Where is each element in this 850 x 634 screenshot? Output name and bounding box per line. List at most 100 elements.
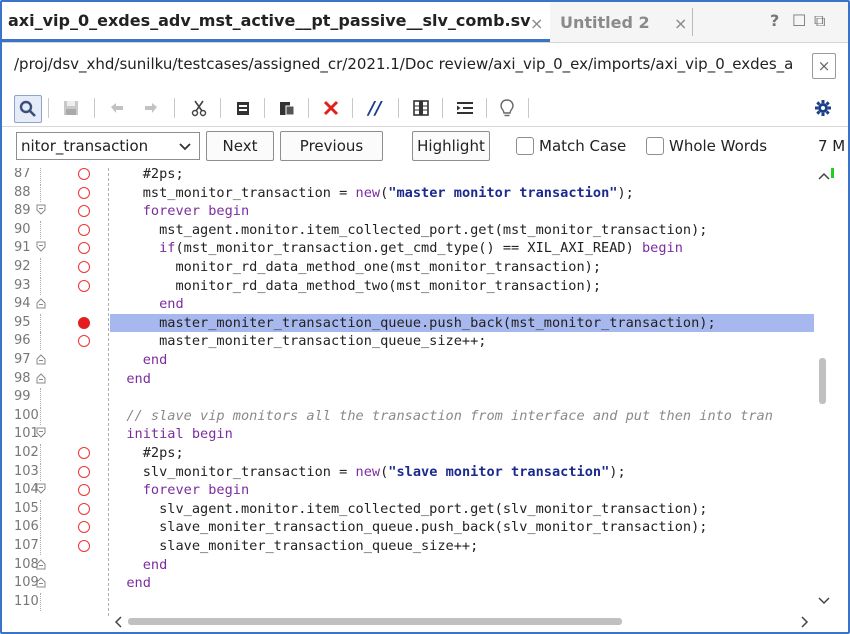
- copy-icon[interactable]: [230, 95, 256, 121]
- breakpoint-slot-icon[interactable]: [78, 502, 90, 515]
- code-line[interactable]: slave_moniter_transaction_queue.push_bac…: [110, 518, 814, 536]
- line-number: 96: [2, 332, 42, 351]
- code-line[interactable]: forever begin: [110, 481, 814, 499]
- breakpoint-slot-icon[interactable]: [78, 186, 90, 199]
- line-number-text: 96: [14, 333, 31, 349]
- whole-words-checkbox[interactable]: [646, 137, 664, 155]
- horizontal-scrollbar[interactable]: [110, 614, 814, 630]
- fold-end-icon[interactable]: [36, 297, 46, 309]
- breakpoint-slot-icon[interactable]: [78, 465, 90, 478]
- code-line[interactable]: end: [110, 295, 814, 313]
- code-line[interactable]: end: [110, 574, 814, 592]
- fold-end-icon[interactable]: [36, 353, 46, 365]
- code-line[interactable]: mst_agent.monitor.item_collected_port.ge…: [110, 221, 814, 239]
- line-number: 95: [2, 313, 42, 332]
- fold-collapse-icon[interactable]: [36, 241, 46, 253]
- code-line[interactable]: slv_agent.monitor.item_collected_port.ge…: [110, 500, 814, 518]
- breakpoint-slot-icon[interactable]: [78, 279, 90, 292]
- vertical-scrollbar[interactable]: [814, 168, 834, 618]
- fold-end-icon[interactable]: [36, 372, 46, 384]
- gutter-guide: [40, 518, 42, 537]
- breakpoint-active-icon[interactable]: [78, 316, 90, 329]
- code-line[interactable]: monitor_rd_data_method_two(mst_monitor_t…: [110, 277, 814, 295]
- tab-divider: [692, 8, 693, 36]
- breakpoint-slot-icon[interactable]: [78, 521, 90, 534]
- settings-icon[interactable]: [810, 95, 836, 121]
- code-line[interactable]: end: [110, 351, 814, 369]
- fold-collapse-icon[interactable]: [36, 483, 46, 495]
- code-line[interactable]: // slave vip monitors all the transactio…: [110, 407, 814, 425]
- breakpoint-slot-icon[interactable]: [78, 261, 90, 273]
- fold-end-icon[interactable]: [36, 558, 46, 570]
- gutter-guide: [40, 537, 42, 555]
- fold-collapse-icon[interactable]: [36, 204, 46, 216]
- code-line[interactable]: forever begin: [110, 202, 814, 220]
- code-line[interactable]: initial begin: [110, 425, 814, 443]
- redo-icon[interactable]: [138, 95, 164, 121]
- toolbar-separator: [174, 98, 175, 118]
- code-line[interactable]: master_moniter_transaction_queue_size++;: [110, 332, 814, 350]
- restore-icon[interactable]: ☐: [792, 11, 806, 30]
- toolbar-separator: [264, 98, 265, 118]
- code-line[interactable]: slv_monitor_transaction = new("slave mon…: [110, 463, 814, 481]
- code-line[interactable]: end: [110, 370, 814, 388]
- lightbulb-icon[interactable]: [494, 95, 520, 121]
- breakpoint-slot-icon[interactable]: [78, 484, 90, 497]
- tab-active-file[interactable]: axi_vip_0_exdes_adv_mst_active__pt_passi…: [2, 2, 550, 42]
- delete-icon[interactable]: [318, 95, 344, 121]
- tab-label: axi_vip_0_exdes_adv_mst_active__pt_passi…: [8, 11, 531, 30]
- code-line[interactable]: [110, 388, 814, 406]
- close-path-button[interactable]: ×: [812, 53, 836, 79]
- code-line-highlighted[interactable]: master_moniter_transaction_queue.push_ba…: [110, 313, 814, 332]
- breakpoint-slot-icon[interactable]: [78, 447, 90, 459]
- code-line[interactable]: end: [110, 556, 814, 574]
- close-icon[interactable]: ×: [674, 14, 687, 33]
- code-line[interactable]: mst_monitor_transaction = new("master mo…: [110, 184, 814, 202]
- next-button[interactable]: Next: [206, 131, 274, 161]
- tab-untitled-2[interactable]: Untitled 2 ×: [554, 2, 694, 42]
- cut-icon[interactable]: [186, 95, 212, 121]
- highlight-button[interactable]: Highlight: [412, 131, 490, 161]
- indent-icon[interactable]: [452, 95, 478, 121]
- undo-icon[interactable]: [104, 95, 130, 121]
- paste-icon[interactable]: [274, 95, 300, 121]
- search-icon[interactable]: [14, 95, 42, 123]
- toolbar-separator: [308, 98, 309, 118]
- breakpoint-slot-icon[interactable]: [78, 335, 90, 348]
- gutter-guide: [40, 276, 42, 295]
- gutter-guide: [40, 168, 42, 183]
- code-line[interactable]: [110, 593, 814, 611]
- code-line[interactable]: monitor_rd_data_method_one(mst_monitor_t…: [110, 258, 814, 276]
- match-case-checkbox[interactable]: [516, 137, 534, 155]
- code-line[interactable]: slave_moniter_transaction_queue_size++;: [110, 537, 814, 555]
- gutter-guide: [40, 499, 42, 518]
- line-number: 107: [2, 537, 42, 555]
- previous-button[interactable]: Previous: [280, 131, 383, 161]
- comment-icon[interactable]: //: [362, 95, 388, 121]
- block-select-icon[interactable]: [408, 95, 434, 121]
- breakpoint-slot-icon[interactable]: [78, 205, 90, 218]
- line-number-text: 91: [14, 240, 31, 256]
- search-input[interactable]: nitor_transaction: [16, 132, 200, 160]
- code-line[interactable]: #2ps;: [110, 444, 814, 462]
- close-icon[interactable]: ×: [530, 14, 543, 33]
- code-line[interactable]: if(mst_monitor_transaction.get_cmd_type(…: [110, 239, 814, 257]
- fold-collapse-icon[interactable]: [36, 427, 46, 439]
- line-number: 91: [2, 239, 46, 257]
- help-icon[interactable]: ?: [770, 11, 779, 30]
- line-number-text: 103: [14, 463, 39, 479]
- line-number-text: 99: [14, 389, 31, 405]
- save-icon[interactable]: [58, 95, 84, 121]
- float-window-icon[interactable]: ⧉: [814, 11, 825, 31]
- fold-end-icon[interactable]: [36, 576, 46, 588]
- line-number-text: 100: [14, 407, 39, 423]
- gutter-guide: [40, 183, 42, 202]
- chevron-down-icon[interactable]: [179, 136, 191, 160]
- breakpoint-slot-icon[interactable]: [78, 223, 90, 236]
- breakpoint-slot-icon[interactable]: [78, 168, 90, 180]
- breakpoint-slot-icon[interactable]: [78, 242, 90, 255]
- file-path-text: /proj/dsv_xhd/sunilku/testcases/assigned…: [14, 55, 794, 73]
- code-editor[interactable]: 87 #2ps; 88 mst_monitor_transaction = new…: [2, 168, 848, 616]
- breakpoint-slot-icon[interactable]: [78, 540, 90, 552]
- code-line[interactable]: #2ps;: [110, 168, 814, 183]
